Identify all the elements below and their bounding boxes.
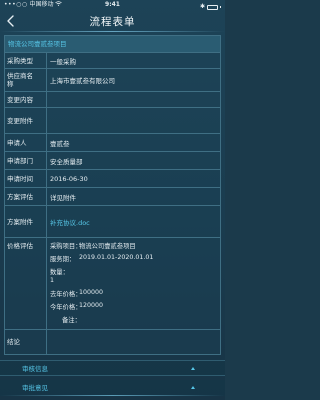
- field-row-plan-attachment: 方案附件 补充协议.doc: [5, 206, 220, 238]
- status-bar: •••○○ 中国移动 9:41 ✱: [0, 0, 225, 10]
- field-label: 变更附件: [7, 116, 33, 125]
- field-row-apply-time: 申请时间 2016-06-30: [5, 170, 220, 188]
- screen: •••○○ 中国移动 9:41 ✱ 流程表单 物流公司壹贰叁项目 采购类型 一般…: [0, 0, 225, 400]
- price-eval-item: 服务期： 2019.01.01-2020.01.01: [50, 254, 154, 263]
- field-row-change-attachment: 变更附件: [5, 108, 220, 134]
- section-label: 审批意见: [22, 384, 48, 392]
- field-label: 采购类型: [7, 56, 33, 65]
- field-label: 方案附件: [7, 217, 33, 226]
- attachment-link[interactable]: 补充协议.doc: [50, 206, 218, 237]
- price-eval-item: 数量：: [50, 269, 69, 276]
- field-label: 供应商名称: [7, 72, 33, 88]
- field-row-supplier: 供应商名称 上海市壹贰叁有限公司: [5, 69, 220, 92]
- field-value: 壹贰叁: [50, 139, 70, 148]
- project-title: 物流公司壹贰叁项目: [5, 36, 220, 53]
- field-label: 方案评估: [7, 192, 33, 201]
- status-time: 9:41: [105, 1, 120, 8]
- field-value: 2016-06-30: [50, 174, 88, 183]
- field-value: 详见附件: [50, 193, 76, 202]
- battery-icon: [207, 4, 218, 10]
- price-eval-item: 今年价格： 120000: [50, 302, 104, 311]
- caret-up-icon: [191, 386, 195, 389]
- field-label: 申请部门: [7, 156, 33, 165]
- field-row-plan-eval: 方案评估 详见附件: [5, 188, 220, 206]
- field-row-conclusion: 结论: [5, 330, 220, 354]
- field-label: 价格评估: [7, 242, 33, 250]
- field-label: 变更内容: [7, 95, 33, 104]
- section-label: 审核信息: [22, 365, 48, 373]
- field-label: 申请时间: [7, 174, 33, 183]
- field-value: [50, 330, 218, 354]
- field-value: [50, 108, 218, 133]
- form-card: 物流公司壹贰叁项目 采购类型 一般采购 供应商名称 上海市壹贰叁有限公司 变更内…: [4, 35, 221, 355]
- field-value: 安全质量部: [50, 157, 83, 166]
- nav-bar: 流程表单: [0, 10, 225, 32]
- field-value: 上海市壹贰叁有限公司: [50, 77, 115, 85]
- field-row-applicant: 申请人 壹贰叁: [5, 134, 220, 152]
- section-approval-opinion[interactable]: 审批意见: [0, 380, 225, 396]
- price-eval-item: 去年价格： 100000: [50, 289, 104, 298]
- field-row-change-content: 变更内容: [5, 92, 220, 108]
- field-label: 申请人: [7, 138, 27, 147]
- price-eval-item: 1: [50, 277, 55, 284]
- field-row-department: 申请部门 安全质量部: [5, 152, 220, 170]
- field-row-price-eval: 价格评估 采购项目： 物流公司壹贰叁项目 服务期： 2019.01.01-2020.…: [5, 238, 220, 330]
- caret-up-icon: [191, 367, 195, 370]
- field-value: 一般采购: [50, 57, 76, 66]
- field-value: [50, 92, 218, 107]
- price-eval-item: 备注：: [62, 317, 81, 324]
- price-eval-item: 采购项目： 物流公司壹贰叁项目: [50, 243, 136, 250]
- page-title: 流程表单: [89, 16, 136, 28]
- field-row-purchase-type: 采购类型 一般采购: [5, 53, 220, 69]
- nav-divider: [0, 31, 225, 32]
- section-review-info[interactable]: 审核信息: [0, 360, 225, 376]
- field-label: 结论: [7, 338, 20, 346]
